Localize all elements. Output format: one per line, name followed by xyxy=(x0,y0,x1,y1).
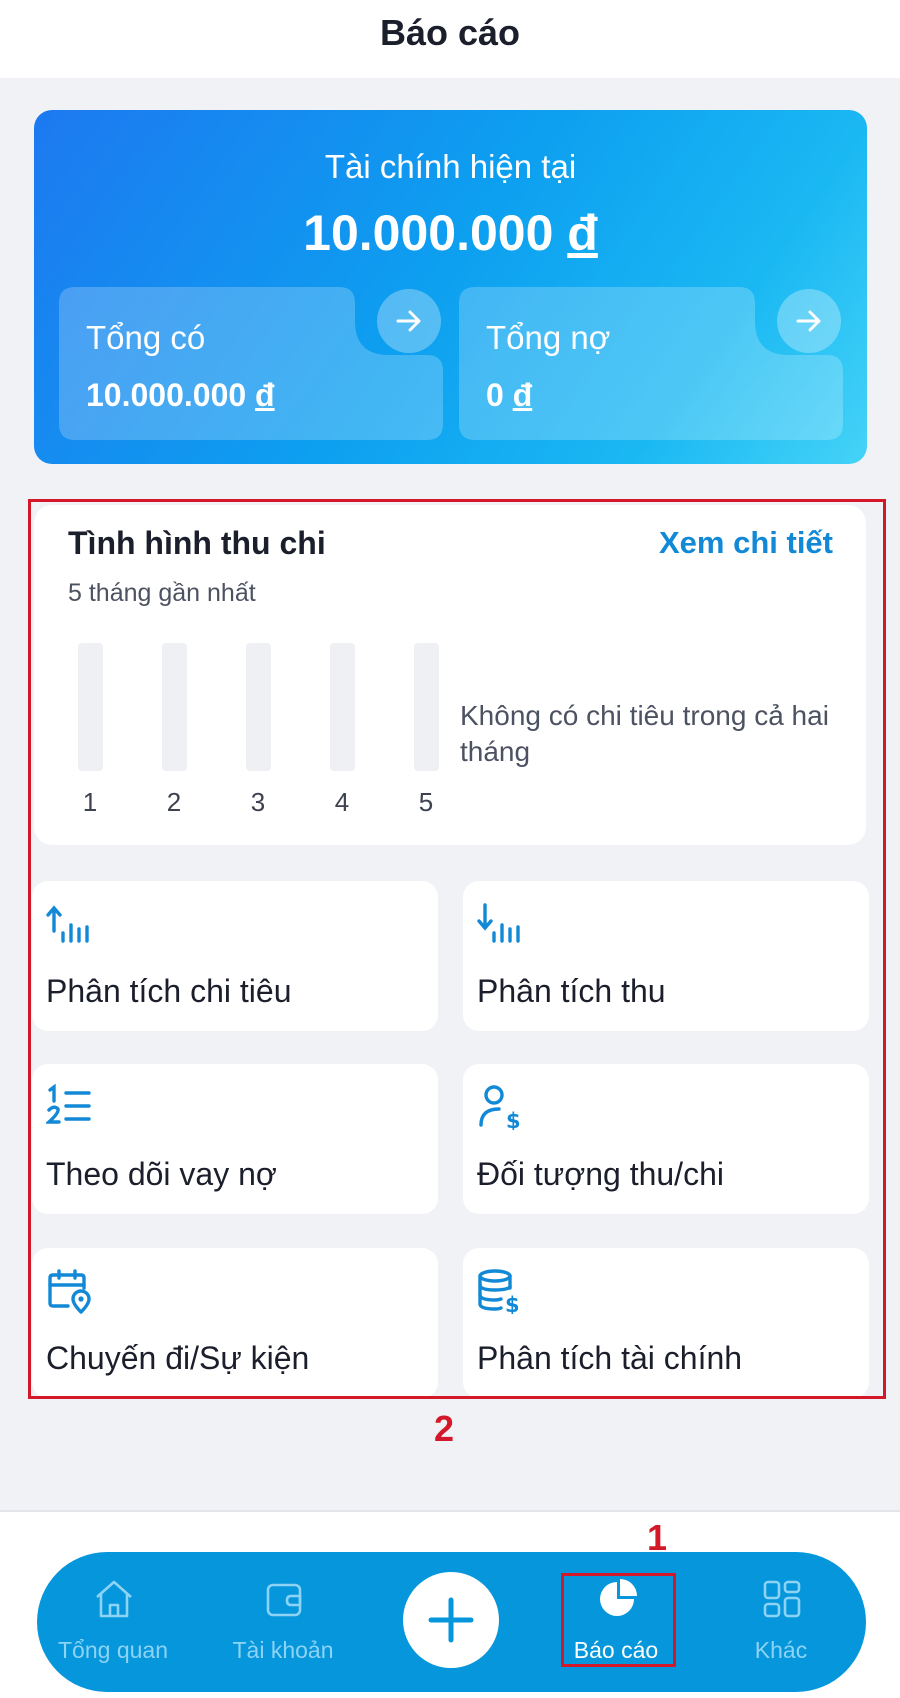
total-assets-currency: đ xyxy=(255,377,275,413)
nav-item-reports[interactable]: Báo cáo xyxy=(541,1552,691,1692)
tile-income-expense-partners[interactable]: $ Đối tượng thu/chi xyxy=(463,1064,869,1214)
total-assets-amount: 10.000.000 xyxy=(86,377,247,413)
current-finance-label: Tài chính hiện tại xyxy=(324,148,577,185)
total-debt-label: Tổng nợ xyxy=(486,319,611,356)
current-finance-card: Tài chính hiện tại 10.000.000 đ Tổng có … xyxy=(34,110,867,464)
svg-text:$: $ xyxy=(505,1293,520,1314)
total-debt-value: 0 đ xyxy=(486,377,532,414)
calendar-location-icon xyxy=(48,1269,91,1314)
month-label-2: 2 xyxy=(166,787,182,817)
tile-label: Theo dõi vay nợ xyxy=(46,1156,277,1192)
grid-icon xyxy=(763,1580,801,1618)
total-assets-label: Tổng có xyxy=(86,319,206,356)
tile-label: Đối tượng thu/chi xyxy=(477,1156,724,1192)
tile-expense-analysis[interactable]: Phân tích chi tiêu xyxy=(32,881,438,1031)
view-details-link[interactable]: Xem chi tiết xyxy=(659,525,833,561)
month-label-4: 4 xyxy=(334,787,350,817)
month-bar-2 xyxy=(162,643,187,771)
home-icon xyxy=(96,1580,132,1618)
tile-label: Phân tích chi tiêu xyxy=(46,973,292,1009)
nav-label-overview: Tổng quan xyxy=(58,1637,168,1663)
header-bar: Báo cáo xyxy=(0,0,900,78)
summary-title: Tình hình thu chi xyxy=(68,525,326,561)
tile-debt-tracking[interactable]: Theo dõi vay nợ xyxy=(32,1064,438,1214)
tile-financial-analysis[interactable]: $ Phân tích tài chính xyxy=(463,1248,869,1398)
month-bar-3 xyxy=(246,643,271,771)
add-transaction-button[interactable] xyxy=(403,1572,499,1668)
arrow-right-icon xyxy=(396,310,421,332)
tile-trips-events[interactable]: Chuyến đi/Sự kiện xyxy=(32,1248,438,1398)
numbered-list-icon xyxy=(46,1084,91,1124)
month-bar-1 xyxy=(78,643,103,771)
total-assets-value: 10.000.000 đ xyxy=(86,377,275,414)
tile-label: Phân tích thu xyxy=(477,973,666,1009)
expense-chart-icon xyxy=(46,905,89,943)
wallet-icon xyxy=(266,1583,302,1617)
total-debt-currency: đ xyxy=(512,377,533,413)
empty-state-message: Không có chi tiêu trong cả hai tháng xyxy=(460,700,829,767)
month-label-3: 3 xyxy=(250,787,266,817)
current-finance-value: 10.000.000 xyxy=(303,205,554,261)
total-debt-arrow-button[interactable] xyxy=(777,289,841,353)
currency-symbol: đ xyxy=(567,205,598,261)
database-dollar-icon: $ xyxy=(478,1269,520,1314)
nav-item-more[interactable]: Khác xyxy=(706,1552,856,1692)
pie-chart-icon xyxy=(600,1579,637,1616)
month-label-1: 1 xyxy=(82,787,98,817)
svg-text:$: $ xyxy=(506,1109,521,1130)
current-finance-amount: 10.000.000 đ xyxy=(34,204,867,262)
nav-label-accounts: Tài khoản xyxy=(232,1637,334,1663)
arrow-right-icon xyxy=(796,310,821,332)
total-assets-arrow-button[interactable] xyxy=(377,289,441,353)
page-title: Báo cáo xyxy=(379,12,521,53)
month-bar-5 xyxy=(414,643,439,771)
plus-icon xyxy=(428,1597,474,1643)
person-dollar-icon: $ xyxy=(479,1085,521,1130)
nav-item-accounts[interactable]: Tài khoản xyxy=(208,1552,358,1692)
tile-label: Chuyến đi/Sự kiện xyxy=(46,1340,310,1376)
total-assets-card[interactable]: Tổng có 10.000.000 đ xyxy=(59,287,443,440)
total-debt-card[interactable]: Tổng nợ 0 đ xyxy=(459,287,843,440)
month-label-5: 5 xyxy=(418,787,434,817)
annotation-marker-2: 2 xyxy=(434,1408,455,1449)
total-debt-amount: 0 xyxy=(486,377,504,413)
income-chart-icon xyxy=(477,903,520,943)
summary-subtitle: 5 tháng gần nhất xyxy=(68,579,256,607)
nav-label-more: Khác xyxy=(754,1637,808,1663)
nav-label-reports: Báo cáo xyxy=(573,1637,659,1663)
income-expense-summary-card: Tình hình thu chi Xem chi tiết 5 tháng g… xyxy=(34,505,866,845)
tile-label: Phân tích tài chính xyxy=(477,1340,743,1376)
nav-item-overview[interactable]: Tổng quan xyxy=(38,1552,188,1692)
bottom-navigation-bar: Tổng quan Tài khoản Báo cáo Khác xyxy=(37,1552,866,1692)
annotation-marker-1: 1 xyxy=(647,1517,668,1558)
tile-income-analysis[interactable]: Phân tích thu xyxy=(463,881,869,1031)
month-bar-4 xyxy=(330,643,355,771)
